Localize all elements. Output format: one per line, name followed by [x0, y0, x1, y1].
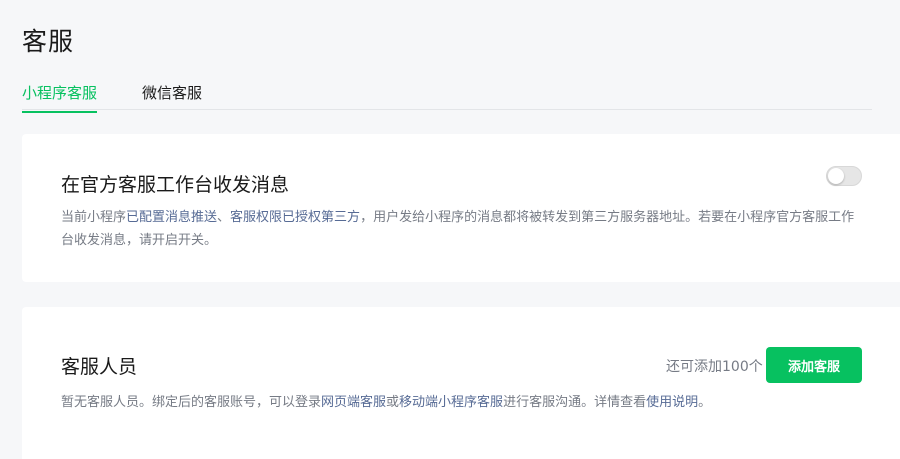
- service-staff-card: 客服人员 还可添加100个 添加客服 暂无客服人员。绑定后的客服账号，可以登录网…: [22, 307, 900, 459]
- desc-text: 暂无客服人员。绑定后的客服账号，可以登录: [61, 395, 322, 410]
- tab-mini-program-service[interactable]: 小程序客服: [22, 82, 98, 113]
- official-workbench-title: 在官方客服工作台收发消息: [61, 174, 290, 196]
- mobile-service-link[interactable]: 移动端小程序客服: [399, 395, 503, 410]
- add-service-staff-button[interactable]: 添加客服: [766, 347, 862, 383]
- desc-text: 、: [217, 210, 231, 225]
- web-service-link[interactable]: 网页端客服: [321, 395, 386, 410]
- desc-text: 。: [698, 395, 712, 410]
- official-workbench-description: 当前小程序已配置消息推送、客服权限已授权第三方，用户发给小程序的消息都将被转发到…: [61, 206, 861, 252]
- page-title: 客服: [22, 27, 75, 56]
- toggle-knob: [828, 168, 844, 184]
- remaining-count: 还可添加100个: [666, 359, 763, 375]
- usage-guide-link[interactable]: 使用说明: [646, 395, 698, 410]
- tab-wechat-service[interactable]: 微信客服: [142, 82, 202, 111]
- service-staff-title: 客服人员: [61, 356, 138, 378]
- message-push-link[interactable]: 已配置消息推送: [126, 210, 217, 225]
- third-party-auth-link[interactable]: 客服权限已授权第三方: [230, 210, 360, 225]
- official-workbench-toggle[interactable]: [826, 166, 862, 186]
- official-workbench-card: 在官方客服工作台收发消息 当前小程序已配置消息推送、客服权限已授权第三方，用户发…: [22, 134, 900, 282]
- service-staff-description: 暂无客服人员。绑定后的客服账号，可以登录网页端客服或移动端小程序客服进行客服沟通…: [61, 391, 861, 414]
- desc-text: 或: [386, 395, 400, 410]
- desc-text: 进行客服沟通。详情查看: [503, 395, 647, 410]
- desc-text: 当前小程序: [61, 210, 127, 225]
- tab-bar: 小程序客服 微信客服: [22, 76, 872, 113]
